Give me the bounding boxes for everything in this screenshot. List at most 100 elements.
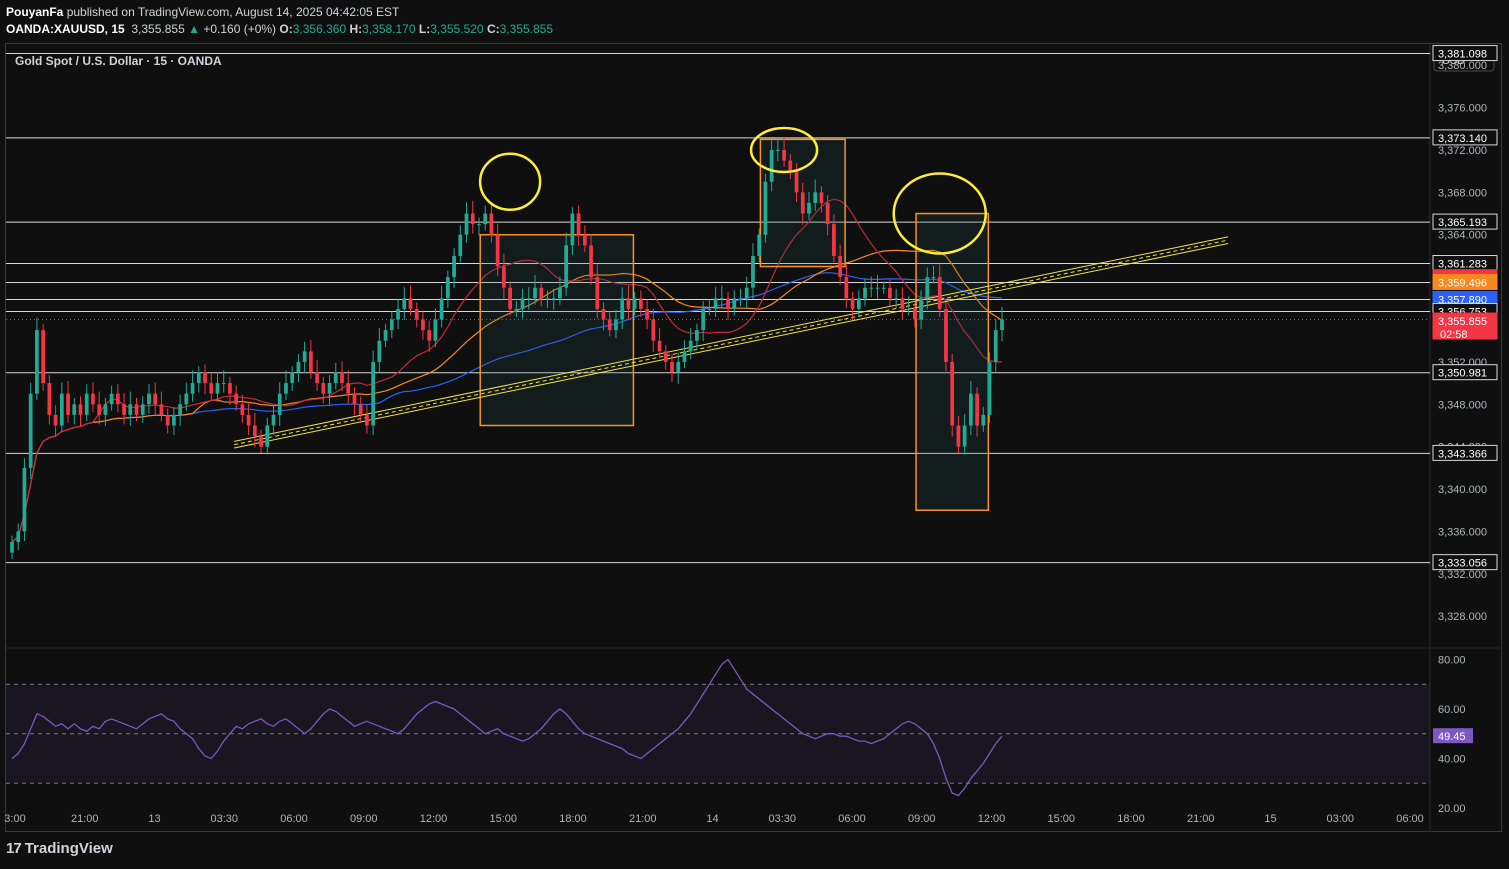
candle-body: [601, 308, 606, 320]
trend-channel-line: [234, 236, 1229, 442]
candle-body: [794, 171, 799, 193]
candle-body: [452, 255, 456, 278]
tradingview-logo-icon: 17: [6, 840, 22, 857]
candle-body: [844, 277, 849, 299]
candle-body: [576, 213, 581, 235]
candle-body: [701, 308, 705, 331]
candle-body: [533, 287, 537, 299]
candle-body: [881, 287, 886, 289]
candle-body: [962, 425, 967, 447]
price-tag-label: 3,365.193: [1438, 217, 1487, 229]
candle-body: [850, 298, 855, 309]
candle-body: [284, 383, 288, 394]
candle-body: [290, 372, 295, 384]
trend-channel-line: [234, 239, 1229, 446]
price-tick-label: 3,332.000: [1438, 569, 1487, 581]
tradingview-logo-text: TradingView: [24, 840, 113, 857]
candle-body: [172, 414, 176, 426]
time-tick-label: 06:00: [838, 813, 866, 825]
time-tick-label: 12:00: [420, 813, 448, 825]
candle-body: [900, 298, 905, 309]
candle-body: [894, 298, 899, 300]
candle-body: [147, 393, 151, 405]
candle-body: [340, 372, 344, 384]
candle-body: [788, 160, 793, 172]
candle-body: [931, 277, 936, 279]
candle-body: [695, 330, 699, 341]
candle-body: [483, 213, 488, 225]
candle-body: [16, 531, 21, 543]
candle-body: [558, 287, 562, 299]
candle-body: [458, 234, 463, 256]
candle-body: [744, 287, 749, 299]
candle-body: [153, 393, 158, 405]
candle-body: [912, 308, 917, 320]
candle-body: [956, 425, 961, 447]
chart-canvas[interactable]: Gold Spot / U.S. Dollar · 15 · OANDAUSD3…: [0, 0, 1509, 869]
candle-body: [570, 213, 575, 246]
time-tick-label: 06:00: [280, 813, 308, 825]
candle-body: [477, 224, 481, 226]
rsi-tick-label: 80.00: [1438, 654, 1466, 666]
candle-body: [888, 287, 892, 299]
candle-body: [352, 393, 357, 405]
candle-body: [726, 298, 730, 309]
time-tick-label: 21:00: [71, 813, 99, 825]
price-tick-label: 3,364.000: [1438, 230, 1487, 242]
candle-body: [626, 298, 631, 309]
candle-body: [91, 393, 95, 405]
candle-body: [819, 192, 824, 203]
candle-body: [47, 383, 52, 415]
candle-body: [396, 308, 400, 320]
candle-body: [41, 330, 45, 384]
candle-body: [196, 372, 201, 384]
candle-body: [109, 393, 114, 405]
candle-body: [35, 330, 39, 394]
candle-body: [427, 330, 432, 341]
candle-body: [178, 404, 182, 415]
candle-body: [321, 383, 326, 394]
candle-body: [564, 245, 569, 288]
candle-body: [856, 298, 861, 309]
candle-body: [937, 277, 942, 309]
candle-body: [632, 298, 637, 309]
candle-body: [28, 393, 33, 468]
candle-body: [526, 298, 531, 300]
price-tick-label: 3,376.000: [1438, 103, 1487, 115]
candle-body: [103, 404, 108, 415]
candle-body: [551, 298, 556, 300]
price-tick-label: 3,336.000: [1438, 526, 1487, 538]
candle-body: [813, 192, 818, 203]
candle-body: [252, 425, 257, 437]
candle-body: [389, 319, 394, 331]
candle-body: [259, 436, 263, 447]
candle-body: [508, 287, 512, 309]
candle-body: [975, 393, 979, 426]
candle-body: [115, 393, 120, 405]
candle-body: [993, 330, 998, 362]
candle-body: [863, 287, 867, 299]
candle-body: [757, 234, 762, 256]
time-tick-label: 09:00: [908, 813, 936, 825]
candle-body: [383, 330, 388, 341]
candle-body: [240, 404, 245, 415]
candle-body: [327, 383, 332, 394]
candle-body: [651, 319, 656, 341]
candle-body: [445, 277, 450, 299]
price-tick-label: 3,340.000: [1438, 484, 1487, 496]
chart-title: Gold Spot / U.S. Dollar · 15 · OANDA: [15, 54, 222, 68]
candle-body: [439, 298, 444, 320]
candle-body: [265, 425, 270, 447]
candle-body: [489, 213, 494, 235]
candle-body: [464, 213, 469, 235]
time-tick-label: 12:00: [978, 813, 1006, 825]
time-tick-label: 03:30: [768, 813, 796, 825]
time-tick-label: 15:00: [1047, 813, 1075, 825]
candle-body: [128, 404, 133, 415]
candle-body: [184, 393, 189, 405]
candle-body: [333, 372, 338, 384]
candle-body: [296, 361, 301, 373]
candle-body: [639, 298, 643, 309]
candle-body: [421, 319, 425, 331]
price-tick-label: 3,348.000: [1438, 399, 1487, 411]
